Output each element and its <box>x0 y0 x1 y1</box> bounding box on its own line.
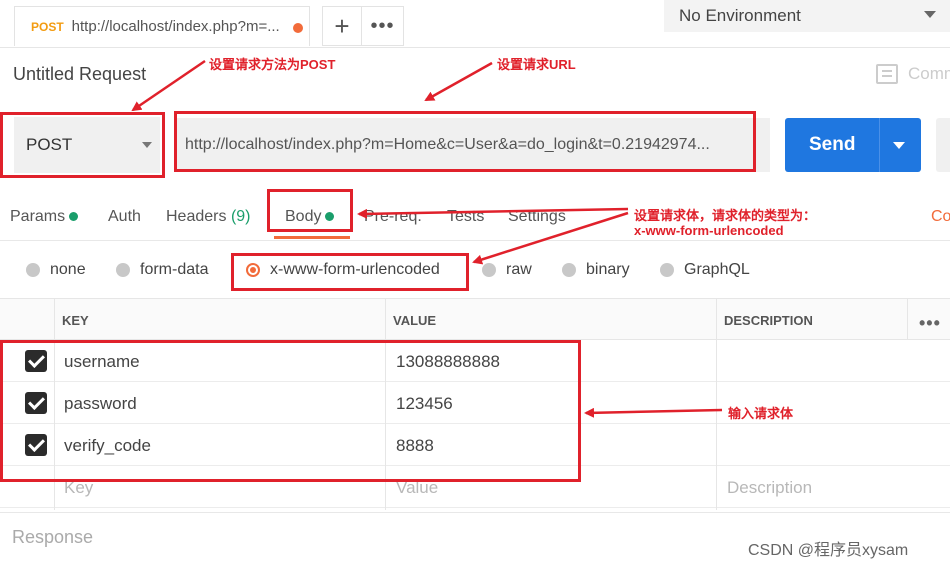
new-key-input[interactable]: Key <box>64 478 93 498</box>
comments-label: Comm <box>908 64 950 83</box>
column-header-description: DESCRIPTION <box>724 313 813 328</box>
url-input[interactable]: http://localhost/index.php?m=Home&c=User… <box>176 118 770 172</box>
table-row: username 13088888888 <box>0 340 950 382</box>
environment-label: No Environment <box>679 6 801 25</box>
radio-label: raw <box>506 261 532 278</box>
annotation-body-note-line1: 设置请求体，请求体的类型为： <box>634 208 817 223</box>
radio-form-data[interactable]: form-data <box>116 261 208 279</box>
divider <box>0 240 950 241</box>
radio-label: binary <box>586 261 630 278</box>
comment-icon <box>876 64 898 84</box>
body-active-dot-icon <box>325 212 335 222</box>
column-header-key: KEY <box>62 313 89 328</box>
row-value[interactable]: 8888 <box>396 436 434 456</box>
radio-label: GraphQL <box>684 261 750 278</box>
radio-label: none <box>50 261 86 278</box>
table-options-button[interactable]: ••• <box>919 313 941 334</box>
tab-auth[interactable]: Auth <box>108 208 141 226</box>
radio-label: form-data <box>140 261 209 278</box>
radio-circle-icon <box>116 263 130 277</box>
radio-circle-icon <box>482 263 496 277</box>
column-divider <box>54 298 55 510</box>
new-value-input[interactable]: Value <box>396 478 438 498</box>
tab-body-label: Body <box>285 208 322 225</box>
tab-params-label: Params <box>10 208 66 225</box>
tab-headers-label: Headers <box>166 208 227 225</box>
send-options-chevron-icon[interactable] <box>893 142 905 149</box>
row-key[interactable]: verify_code <box>64 436 151 456</box>
row-value[interactable]: 13088888888 <box>396 352 500 372</box>
send-label: Send <box>809 134 856 155</box>
column-divider <box>907 298 908 340</box>
tab-body[interactable]: Body <box>285 208 335 226</box>
method-label: POST <box>26 135 73 154</box>
send-button[interactable]: Send <box>785 118 921 172</box>
arrow-to-url <box>424 61 493 102</box>
chevron-down-icon <box>142 142 152 148</box>
tab-prerequest[interactable]: Pre-req. <box>364 208 422 226</box>
radio-selected-icon <box>246 263 260 277</box>
radio-binary[interactable]: binary <box>562 261 630 279</box>
row-checkbox[interactable] <box>25 434 47 456</box>
tab-settings[interactable]: Settings <box>508 208 566 226</box>
chevron-down-icon <box>924 11 936 18</box>
cookies-link[interactable]: Co <box>931 208 950 226</box>
headers-count: (9) <box>230 208 251 225</box>
table-row: verify_code 8888 <box>0 424 950 466</box>
column-header-value: VALUE <box>393 313 437 328</box>
active-tab-indicator <box>274 236 350 239</box>
radio-circle-icon <box>562 263 576 277</box>
response-section-label[interactable]: Response <box>12 527 93 548</box>
row-checkbox[interactable] <box>25 350 47 372</box>
annotation-method-note: 设置请求方法为POST <box>209 57 336 72</box>
column-divider <box>716 298 717 510</box>
radio-none[interactable]: none <box>26 261 86 279</box>
tab-method-label: POST <box>31 19 64 34</box>
radio-graphql[interactable]: GraphQL <box>660 261 750 279</box>
send-split-divider <box>879 118 880 172</box>
new-description-input[interactable]: Description <box>727 478 812 498</box>
divider <box>0 512 950 513</box>
table-header: KEY VALUE DESCRIPTION ••• <box>0 298 950 340</box>
comments-button[interactable]: Comm <box>876 64 950 84</box>
annotation-body-note-line2: x-www-form-urlencoded <box>634 223 784 238</box>
row-checkbox[interactable] <box>25 392 47 414</box>
new-tab-button[interactable]: + <box>322 6 362 46</box>
tab-params[interactable]: Params <box>10 208 79 226</box>
table-row: password 123456 <box>0 382 950 424</box>
row-key[interactable]: password <box>64 394 137 414</box>
request-title[interactable]: Untitled Request <box>13 64 146 85</box>
watermark: CSDN @程序员xysam <box>748 542 909 559</box>
params-active-dot-icon <box>69 212 79 222</box>
radio-raw[interactable]: raw <box>482 261 532 279</box>
tab-url-label: http://localhost/index.php?m=... <box>71 18 280 35</box>
request-tab[interactable]: POST http://localhost/index.php?m=... <box>14 6 310 46</box>
row-key[interactable]: username <box>64 352 140 372</box>
radio-circle-icon <box>26 263 40 277</box>
radio-x-www-form-urlencoded[interactable]: x-www-form-urlencoded <box>246 261 440 279</box>
tab-headers[interactable]: Headers (9) <box>166 208 251 226</box>
tab-tests[interactable]: Tests <box>447 208 484 226</box>
save-button[interactable] <box>936 118 950 172</box>
environment-select[interactable]: No Environment <box>664 0 950 32</box>
radio-circle-icon <box>660 263 674 277</box>
radio-label: x-www-form-urlencoded <box>270 261 440 278</box>
table-row-placeholder: Key Value Description <box>0 466 950 508</box>
column-divider <box>385 298 386 510</box>
annotation-url-note: 设置请求URL <box>497 57 576 72</box>
annotation-rows-note: 输入请求体 <box>728 406 794 421</box>
unsaved-dot-icon <box>293 23 303 33</box>
tab-more-button[interactable]: ••• <box>362 6 404 46</box>
method-select[interactable]: POST <box>14 117 160 173</box>
row-value[interactable]: 123456 <box>396 394 453 414</box>
